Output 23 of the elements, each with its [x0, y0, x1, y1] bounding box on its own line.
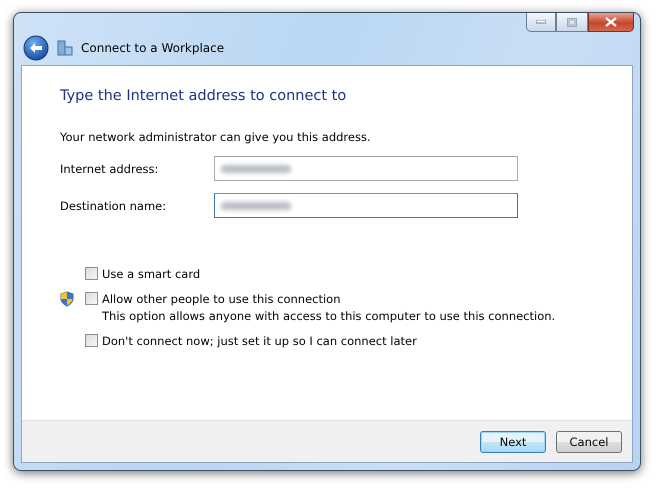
buildings-icon — [57, 40, 73, 56]
option-label[interactable]: Don't connect now; just set it up so I can connect later — [102, 333, 417, 350]
input-field[interactable] — [214, 156, 518, 181]
minimize-icon — [536, 20, 546, 24]
maximize-button[interactable] — [556, 13, 588, 32]
intro-text: Your network administrator can give you this address. — [60, 130, 372, 144]
maximize-icon — [567, 18, 577, 26]
option-description: This option allows anyone with access to this computer to use this connection. — [102, 308, 556, 325]
input-field[interactable] — [214, 193, 518, 218]
window-title: Connect to a Workplace — [81, 41, 224, 55]
page-heading: Type the Internet address to connect to — [60, 88, 348, 104]
checkbox[interactable] — [85, 292, 98, 305]
option-label[interactable]: Use a smart card — [102, 266, 200, 283]
field-label: Internet address: — [60, 162, 160, 176]
next-button[interactable]: Next — [480, 430, 546, 452]
cancel-button[interactable]: Cancel — [556, 430, 622, 452]
field-label: Destination name: — [60, 198, 168, 212]
close-button[interactable] — [588, 13, 634, 32]
checkbox[interactable] — [85, 334, 98, 347]
close-icon — [605, 17, 617, 27]
checkbox[interactable] — [85, 267, 98, 280]
minimize-button[interactable] — [526, 13, 556, 32]
option-label[interactable]: Allow other people to use this connection — [102, 291, 556, 308]
